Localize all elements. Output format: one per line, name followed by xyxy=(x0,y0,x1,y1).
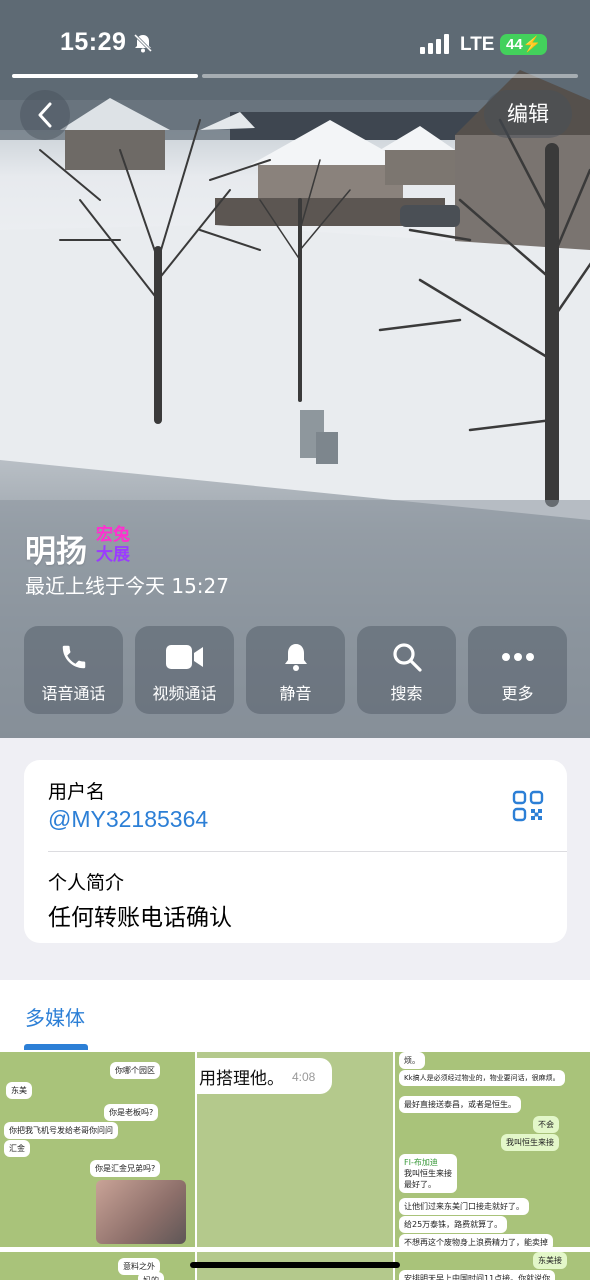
emoji-status-line-1: 宏兔 xyxy=(96,525,130,545)
last-seen: 最近上线于今天 15:27 xyxy=(25,574,229,598)
search-icon xyxy=(392,643,422,672)
chat-bubble: 烦。 xyxy=(399,1052,425,1069)
signal-icon xyxy=(420,34,449,54)
story-bar-active xyxy=(12,74,198,78)
media-grid: 你哪个园区 东美 你是老板吗? 你把我飞机号发给老哥你问问 汇金 你是汇金兄弟吗… xyxy=(0,1052,590,1280)
media-thumbnail[interactable]: 东美接 安排明天早上中国时间11点接。你就说你 xyxy=(395,1252,590,1280)
media-thumbnail[interactable]: 用搭理他。 4:08 xyxy=(197,1052,393,1247)
chat-bubble: 东美接 xyxy=(533,1252,567,1269)
chat-bubble: 你哪个园区 xyxy=(110,1062,160,1079)
tab-media[interactable]: 多媒体 xyxy=(25,1002,85,1031)
emoji-status[interactable]: 宏兔 大展 xyxy=(96,525,140,567)
network-type: LTE xyxy=(460,34,495,55)
chat-bubble: Kk搞人是必须经过物业的，物业要问话，很麻烦。 xyxy=(399,1070,565,1086)
action-label: 静音 xyxy=(279,684,312,703)
mute-button[interactable]: 静音 xyxy=(246,626,345,714)
chat-bubble: 你是汇金兄弟吗? xyxy=(90,1160,161,1177)
chat-bubble: 给25万泰铢，路费就算了。 xyxy=(399,1216,508,1233)
chat-bubble: 你是老板吗? xyxy=(104,1104,159,1121)
search-button[interactable]: 搜索 xyxy=(357,626,456,714)
more-icon xyxy=(501,653,534,661)
media-thumbnail[interactable]: 烦。 Kk搞人是必须经过物业的，物业要问话，很麻烦。 最好直接送泰昌，或者是恒生… xyxy=(395,1052,590,1247)
profile-name: 明扬 xyxy=(25,534,87,570)
media-section: 多媒体 你哪个园区 东美 你是老板吗? 你把我飞机号发给老哥你问问 汇金 你是汇… xyxy=(0,980,590,1280)
action-buttons: 语音通话 视频通话 静音 搜索 更多 xyxy=(24,626,567,714)
media-thumbnail[interactable]: 你哪个园区 东美 你是老板吗? 你把我飞机号发给老哥你问问 汇金 你是汇金兄弟吗… xyxy=(0,1052,195,1247)
emoji-status-line-2: 大展 xyxy=(96,545,130,565)
chat-bubble: 用搭理他。 4:08 xyxy=(197,1058,332,1094)
status-bar: 15:29 LTE 44⚡ xyxy=(0,0,590,80)
bio-text: 任何转账电话确认 xyxy=(48,905,232,931)
profile-header: 15:29 LTE 44⚡ 编辑 明扬 宏兔 大展 最近上线于今天 15:27 … xyxy=(0,0,590,738)
more-button[interactable]: 更多 xyxy=(468,626,567,714)
username-link[interactable]: @MY32185364 xyxy=(48,806,208,833)
battery-level: 44 xyxy=(506,36,523,53)
reply-text: 我叫恒生来接 xyxy=(404,1169,452,1178)
action-label: 语音通话 xyxy=(41,684,106,703)
qr-code-icon[interactable] xyxy=(512,790,544,822)
battery-indicator: 44⚡ xyxy=(500,34,548,55)
action-label: 搜索 xyxy=(390,684,423,703)
bell-icon xyxy=(284,644,307,671)
edit-button[interactable]: 编辑 xyxy=(484,90,572,138)
chat-text: 用搭理他。 xyxy=(199,1069,284,1089)
divider xyxy=(48,851,567,852)
action-label: 更多 xyxy=(501,684,534,703)
chat-bubble: 你把我飞机号发给老哥你问问 xyxy=(4,1122,118,1139)
chat-bubble: 让他们过来东美门口接走就好了。 xyxy=(399,1198,529,1215)
story-bar xyxy=(202,74,578,78)
chevron-left-icon xyxy=(38,102,52,128)
chat-bubble: 妈的 xyxy=(138,1272,164,1280)
home-indicator xyxy=(190,1262,400,1268)
chat-bubble: 不想再这个废物身上浪费精力了，能卖掉 xyxy=(399,1234,553,1247)
video-icon xyxy=(165,645,203,669)
voice-call-button[interactable]: 语音通话 xyxy=(24,626,123,714)
chat-bubble: FI-布加迪 我叫恒生来接 最好了。 xyxy=(399,1154,457,1193)
info-card: 用户名 @MY32185364 个人简介 任何转账电话确认 xyxy=(24,760,567,943)
back-button[interactable] xyxy=(20,90,70,140)
video-call-button[interactable]: 视频通话 xyxy=(135,626,234,714)
username-label: 用户名 xyxy=(48,781,106,803)
chat-bubble: 最好直接送泰昌，或者是恒生。 xyxy=(399,1096,521,1113)
chat-bubble: 汇金 xyxy=(4,1140,30,1157)
chat-photo xyxy=(96,1180,186,1244)
status-time: 15:29 xyxy=(60,28,127,56)
reply-header: FI-布加迪 xyxy=(404,1158,438,1167)
chat-bubble: 我叫恒生来接 xyxy=(501,1134,559,1151)
bio-label: 个人简介 xyxy=(48,872,125,894)
chat-text: 最好了。 xyxy=(404,1180,436,1189)
media-thumbnail[interactable]: 意料之外 妈的 xyxy=(0,1252,195,1280)
bell-off-icon xyxy=(133,33,153,53)
chat-bubble: 安排明天早上中国时间11点接。你就说你 xyxy=(399,1270,556,1280)
chat-time: 4:08 xyxy=(292,1070,316,1084)
chat-bubble: 东美 xyxy=(6,1082,32,1099)
phone-icon xyxy=(62,645,85,669)
charging-icon: ⚡ xyxy=(522,36,542,53)
story-progress xyxy=(12,74,578,78)
action-label: 视频通话 xyxy=(152,684,217,703)
chat-bubble: 不会 xyxy=(533,1116,559,1133)
tab-indicator xyxy=(24,1044,88,1050)
